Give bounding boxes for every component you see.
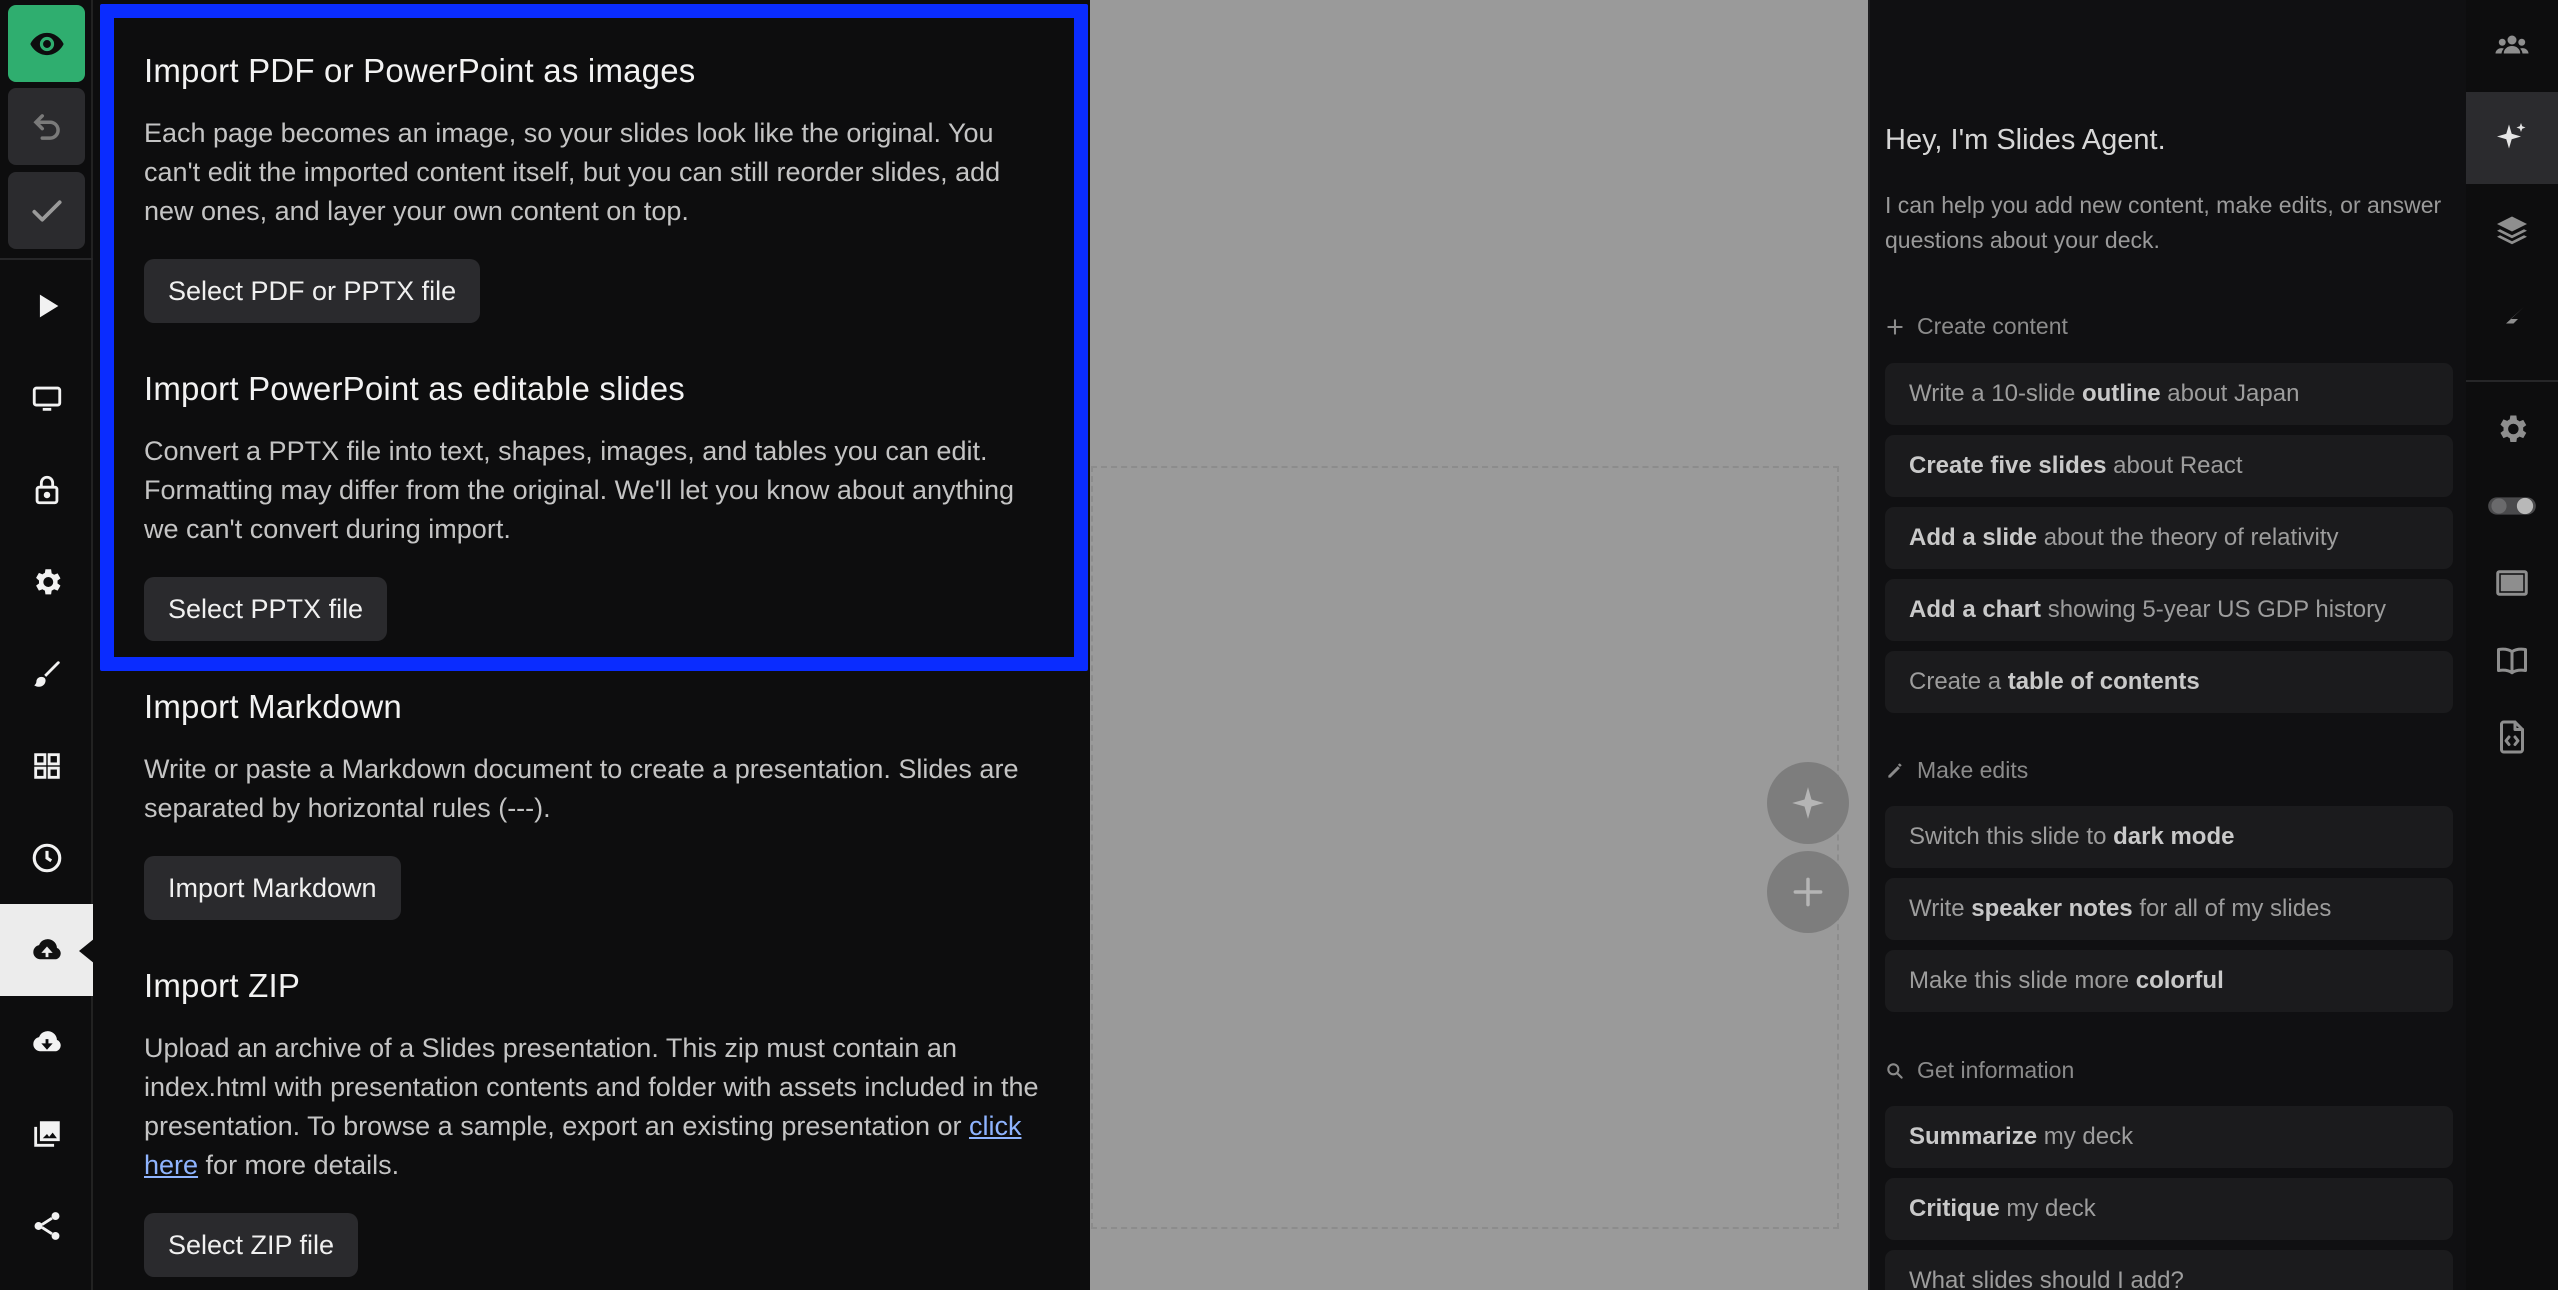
export-button[interactable]	[0, 996, 93, 1088]
grid-view-button[interactable]	[0, 720, 93, 812]
import-markdown-button[interactable]: Import Markdown	[144, 856, 401, 920]
import-editable-section: Import PowerPoint as editable slides Con…	[144, 370, 1044, 641]
share-icon	[34, 1212, 59, 1240]
left-sidebar	[0, 0, 95, 1290]
section-description: Each page becomes an image, so your slid…	[144, 118, 1001, 226]
theme-button[interactable]	[0, 628, 93, 720]
section-description: Write or paste a Markdown document to cr…	[144, 754, 1019, 823]
toggle-icon	[2488, 497, 2536, 515]
play-icon	[39, 294, 58, 318]
group-label-text: Make edits	[1917, 757, 2029, 783]
agent-panel: Hey, I'm Slides Agent. I can help you ad…	[1868, 0, 2466, 1290]
suggestion-chip[interactable]: Critique my deck	[1885, 1178, 2453, 1240]
search-icon	[1887, 1062, 1903, 1079]
animations-button[interactable]	[2466, 276, 2558, 368]
settings-button[interactable]	[0, 536, 93, 628]
rail-divider	[2466, 380, 2558, 382]
agent-subtitle: I can help you add new content, make edi…	[1885, 192, 2442, 253]
right-rail	[2466, 0, 2558, 1290]
check-icon	[31, 199, 62, 222]
media-library-button[interactable]	[0, 1088, 93, 1180]
lock-button[interactable]	[0, 444, 93, 536]
slide-frame[interactable]	[1091, 466, 1839, 1229]
collaborators-button[interactable]	[2466, 0, 2558, 92]
suggestion-chip[interactable]: Summarize my deck	[1885, 1106, 2453, 1168]
section-title: Import PDF or PowerPoint as images	[144, 52, 696, 89]
present-button[interactable]	[0, 260, 93, 352]
layers-icon	[2497, 216, 2527, 245]
zip-description-text: Upload an archive of a Slides presentati…	[144, 1033, 1039, 1141]
zip-description-tail: for more details.	[198, 1150, 400, 1180]
section-title: Import PowerPoint as editable slides	[144, 370, 685, 407]
code-file-icon	[2500, 720, 2524, 754]
preview-button[interactable]	[8, 5, 85, 82]
developer-mode-button[interactable]	[2466, 691, 2558, 783]
suggestion-chip[interactable]: Write speaker notes for all of my slides	[1885, 878, 2453, 940]
users-icon	[2495, 35, 2529, 54]
make-edits-label: Make edits	[1885, 757, 2028, 784]
eye-icon	[29, 32, 64, 55]
agent-title: Hey, I'm Slides Agent.	[1885, 124, 2166, 156]
suggestion-chip[interactable]: Create a table of contents	[1885, 651, 2453, 713]
import-images-section: Import PDF or PowerPoint as images Each …	[144, 52, 1044, 323]
undo-icon	[32, 113, 60, 140]
lock-icon	[35, 475, 58, 505]
suggestion-chip[interactable]: Make this slide more colorful	[1885, 950, 2453, 1012]
suggestion-chip[interactable]: What slides should I add?	[1885, 1250, 2453, 1290]
sparkle-icon	[2497, 123, 2526, 149]
slide-frame-icon	[2496, 570, 2528, 596]
suggestion-chip[interactable]: Create five slides about React	[1885, 435, 2453, 497]
undo-button[interactable]	[8, 88, 85, 165]
history-button[interactable]	[0, 812, 93, 904]
import-button[interactable]	[0, 904, 95, 996]
plus-icon	[1793, 877, 1823, 907]
select-pdf-pptx-button[interactable]: Select PDF or PPTX file	[144, 259, 481, 323]
section-description: Upload an archive of a Slides presentati…	[144, 1029, 1044, 1185]
layers-button[interactable]	[2466, 184, 2558, 276]
monitor-icon	[32, 386, 61, 411]
lightning-icon	[2500, 307, 2524, 337]
save-check-button[interactable]	[8, 172, 85, 249]
clock-icon	[32, 843, 61, 873]
create-content-label: Create content	[1885, 313, 2068, 340]
pencil-icon	[1888, 763, 1903, 778]
import-markdown-section: Import Markdown Write or paste a Markdow…	[144, 688, 1044, 920]
agent-tab[interactable]	[2466, 92, 2558, 184]
section-description: Convert a PPTX file into text, shapes, i…	[144, 436, 1015, 544]
suggestion-chip[interactable]: Add a chart showing 5-year US GDP histor…	[1885, 579, 2453, 641]
brush-icon	[33, 661, 60, 687]
add-slide-fab[interactable]	[1767, 851, 1849, 933]
suggestion-chip[interactable]: Write a 10-slide outline about Japan	[1885, 363, 2453, 425]
suggestion-chip[interactable]: Switch this slide to dark mode	[1885, 806, 2453, 868]
group-label-text: Create content	[1917, 313, 2068, 339]
plus-icon	[1887, 318, 1903, 335]
get-information-label: Get information	[1885, 1057, 2074, 1084]
gear-icon	[35, 569, 60, 595]
section-title: Import Markdown	[144, 688, 402, 725]
group-label-text: Get information	[1917, 1057, 2075, 1083]
grid-icon	[33, 753, 60, 779]
import-zip-section: Import ZIP Upload an archive of a Slides…	[144, 967, 1044, 1277]
share-button[interactable]	[0, 1180, 93, 1272]
select-zip-button[interactable]: Select ZIP file	[144, 1213, 359, 1277]
sparkle-icon	[1792, 787, 1824, 819]
gear-icon	[2500, 415, 2527, 443]
book-icon	[2497, 647, 2527, 675]
image-icon	[33, 1121, 60, 1147]
cloud-upload-icon	[32, 939, 61, 960]
suggestion-chip[interactable]: Add a slide about the theory of relativi…	[1885, 507, 2453, 569]
ai-assist-fab[interactable]	[1767, 762, 1849, 844]
presenter-view-button[interactable]	[0, 352, 93, 444]
select-pptx-button[interactable]: Select PPTX file	[144, 577, 388, 641]
app-root: Import PDF or PowerPoint as images Each …	[0, 0, 2558, 1290]
section-title: Import ZIP	[144, 967, 301, 1004]
cloud-download-icon	[32, 1031, 61, 1052]
